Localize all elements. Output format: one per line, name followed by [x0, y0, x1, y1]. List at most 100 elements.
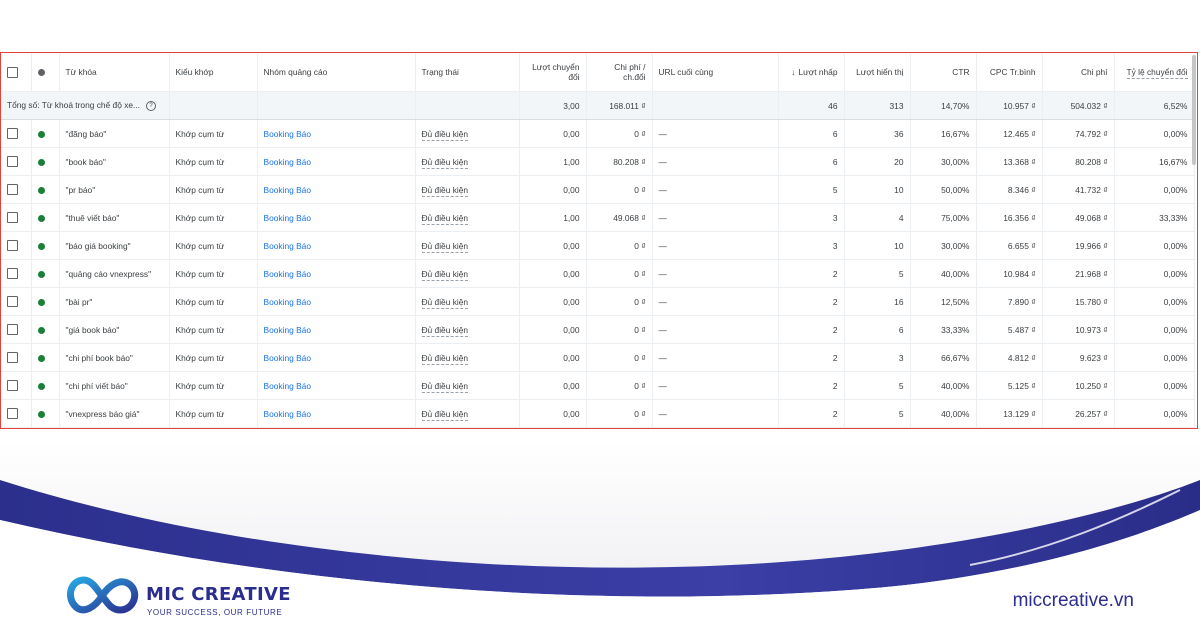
impressions-cell: 20: [844, 147, 911, 176]
status-cell[interactable]: Đủ điều kiện: [415, 147, 520, 176]
ad-group-link[interactable]: Booking Báo: [257, 203, 416, 232]
header-ad-group[interactable]: Nhóm quảng cáo: [257, 53, 416, 92]
header-final-url[interactable]: URL cuối cùng: [652, 53, 779, 92]
table-row[interactable]: "vnexpress báo giá" Khớp cụm từ Booking Bá…: [1, 399, 1195, 428]
final-url-cell: —: [652, 231, 779, 260]
header-clicks[interactable]: ↓ Lượt nhấp: [778, 53, 845, 92]
table-row[interactable]: "book báo" Khớp cụm từ Booking Báo Đủ điều …: [1, 147, 1195, 176]
row-checkbox[interactable]: [1, 147, 32, 176]
row-checkbox[interactable]: [1, 371, 32, 400]
row-checkbox[interactable]: [1, 231, 32, 260]
row-checkbox[interactable]: [1, 399, 32, 428]
table-row[interactable]: "đăng báo" Khớp cụm từ Booking Báo Đủ điều …: [1, 119, 1195, 148]
ad-group-link[interactable]: Booking Báo: [257, 231, 416, 260]
arrow-down-icon: ↓: [791, 67, 796, 77]
table-row[interactable]: "quảng cáo vnexpress" Khớp cụm từ Booking …: [1, 259, 1195, 288]
match-type-cell: Khớp cụm từ: [169, 231, 258, 260]
conversions-cell: 0,00: [519, 119, 587, 148]
table-row[interactable]: "giá book báo" Khớp cụm từ Booking Báo Đủ đ…: [1, 315, 1195, 344]
clicks-cell: 5: [778, 175, 845, 204]
cost-per-conv-cell: 0 ₫: [586, 231, 653, 260]
status-cell[interactable]: Đủ điều kiện: [415, 287, 520, 316]
ad-group-link[interactable]: Booking Báo: [257, 259, 416, 288]
help-icon[interactable]: ?: [146, 100, 157, 111]
header-status[interactable]: Trạng thái: [415, 53, 520, 92]
table-row[interactable]: "chi phí book báo" Khớp cụm từ Booking Báo…: [1, 343, 1195, 372]
header-ctr[interactable]: CTR: [910, 53, 977, 92]
cost-cell: 19.966 ₫: [1042, 231, 1115, 260]
row-checkbox[interactable]: [1, 287, 32, 316]
keyword-cell: "pr báo": [59, 175, 170, 204]
impressions-cell: 5: [844, 259, 911, 288]
vertical-scrollbar[interactable]: [1192, 55, 1196, 165]
header-avg-cpc[interactable]: CPC Tr.bình: [976, 53, 1043, 92]
cost-cell: 26.257 ₫: [1042, 399, 1115, 428]
match-type-cell: Khớp cụm từ: [169, 343, 258, 372]
status-cell[interactable]: Đủ điều kiện: [415, 119, 520, 148]
total-clicks: 46: [778, 91, 845, 120]
status-cell[interactable]: Đủ điều kiện: [415, 343, 520, 372]
brand-website[interactable]: miccreative.vn: [1013, 590, 1134, 612]
header-cost-per-conv[interactable]: Chi phí / ch.đổi: [586, 53, 653, 92]
header-conv-rate[interactable]: Tỷ lệ chuyển đổi: [1114, 53, 1195, 92]
cost-cell: 21.968 ₫: [1042, 259, 1115, 288]
status-cell[interactable]: Đủ điều kiện: [415, 203, 520, 232]
status-cell[interactable]: Đủ điều kiện: [415, 175, 520, 204]
header-conversions[interactable]: Lượt chuyển đổi: [519, 53, 587, 92]
conv-rate-cell: 0,00%: [1114, 259, 1195, 288]
select-all-checkbox[interactable]: [1, 53, 32, 92]
status-cell[interactable]: Đủ điều kiện: [415, 259, 520, 288]
final-url-cell: —: [652, 259, 779, 288]
row-checkbox[interactable]: [1, 343, 32, 372]
final-url-cell: —: [652, 119, 779, 148]
match-type-cell: Khớp cụm từ: [169, 371, 258, 400]
status-dot-icon: [37, 69, 45, 77]
ad-group-link[interactable]: Booking Báo: [257, 287, 416, 316]
status-dot-icon: [37, 214, 45, 222]
row-checkbox[interactable]: [1, 259, 32, 288]
status-column-header[interactable]: [31, 53, 60, 92]
match-type-cell: Khớp cụm từ: [169, 175, 258, 204]
total-conversions: 3,00: [519, 91, 587, 120]
row-checkbox[interactable]: [1, 119, 32, 148]
header-keyword[interactable]: Từ khóa: [59, 53, 170, 92]
row-checkbox[interactable]: [1, 315, 32, 344]
table-row[interactable]: "thuê viết báo" Khớp cụm từ Booking Báo Đủ …: [1, 203, 1195, 232]
ad-group-link[interactable]: Booking Báo: [257, 371, 416, 400]
match-type-cell: Khớp cụm từ: [169, 119, 258, 148]
status-dot: [31, 287, 60, 316]
status-cell[interactable]: Đủ điều kiện: [415, 231, 520, 260]
impressions-cell: 5: [844, 371, 911, 400]
keyword-cell: "bài pr": [59, 287, 170, 316]
cost-per-conv-cell: 0 ₫: [586, 315, 653, 344]
final-url-cell: —: [652, 175, 779, 204]
ad-group-link[interactable]: Booking Báo: [257, 315, 416, 344]
conversions-cell: 0,00: [519, 371, 587, 400]
row-checkbox[interactable]: [1, 203, 32, 232]
ad-group-link[interactable]: Booking Báo: [257, 147, 416, 176]
status-cell[interactable]: Đủ điều kiện: [415, 399, 520, 428]
impressions-cell: 10: [844, 231, 911, 260]
table-row[interactable]: "chi phí viết báo" Khớp cụm từ Booking Báo…: [1, 371, 1195, 400]
ad-group-link[interactable]: Booking Báo: [257, 175, 416, 204]
header-match-type[interactable]: Kiểu khớp: [169, 53, 258, 92]
conversions-cell: 1,00: [519, 147, 587, 176]
match-type-cell: Khớp cụm từ: [169, 203, 258, 232]
status-cell[interactable]: Đủ điều kiện: [415, 315, 520, 344]
table-row[interactable]: "bài pr" Khớp cụm từ Booking Báo Đủ điều ki…: [1, 287, 1195, 316]
ctr-cell: 12,50%: [910, 287, 977, 316]
avg-cpc-cell: 7.890 ₫: [976, 287, 1043, 316]
header-impressions[interactable]: Lượt hiển thị: [844, 53, 911, 92]
ad-group-link[interactable]: Booking Báo: [257, 399, 416, 428]
ad-group-link[interactable]: Booking Báo: [257, 343, 416, 372]
clicks-cell: 6: [778, 147, 845, 176]
total-ctr: 14,70%: [910, 91, 977, 120]
table-row[interactable]: "pr báo" Khớp cụm từ Booking Báo Đủ điều ki…: [1, 175, 1195, 204]
row-checkbox[interactable]: [1, 175, 32, 204]
ad-group-link[interactable]: Booking Báo: [257, 119, 416, 148]
total-cost-per-conv: 168.011 ₫: [586, 91, 653, 120]
status-cell[interactable]: Đủ điều kiện: [415, 371, 520, 400]
table-row[interactable]: "báo giá booking" Khớp cụm từ Booking Báo Đ…: [1, 231, 1195, 260]
header-cost[interactable]: Chi phí: [1042, 53, 1115, 92]
conv-rate-cell: 0,00%: [1114, 399, 1195, 428]
